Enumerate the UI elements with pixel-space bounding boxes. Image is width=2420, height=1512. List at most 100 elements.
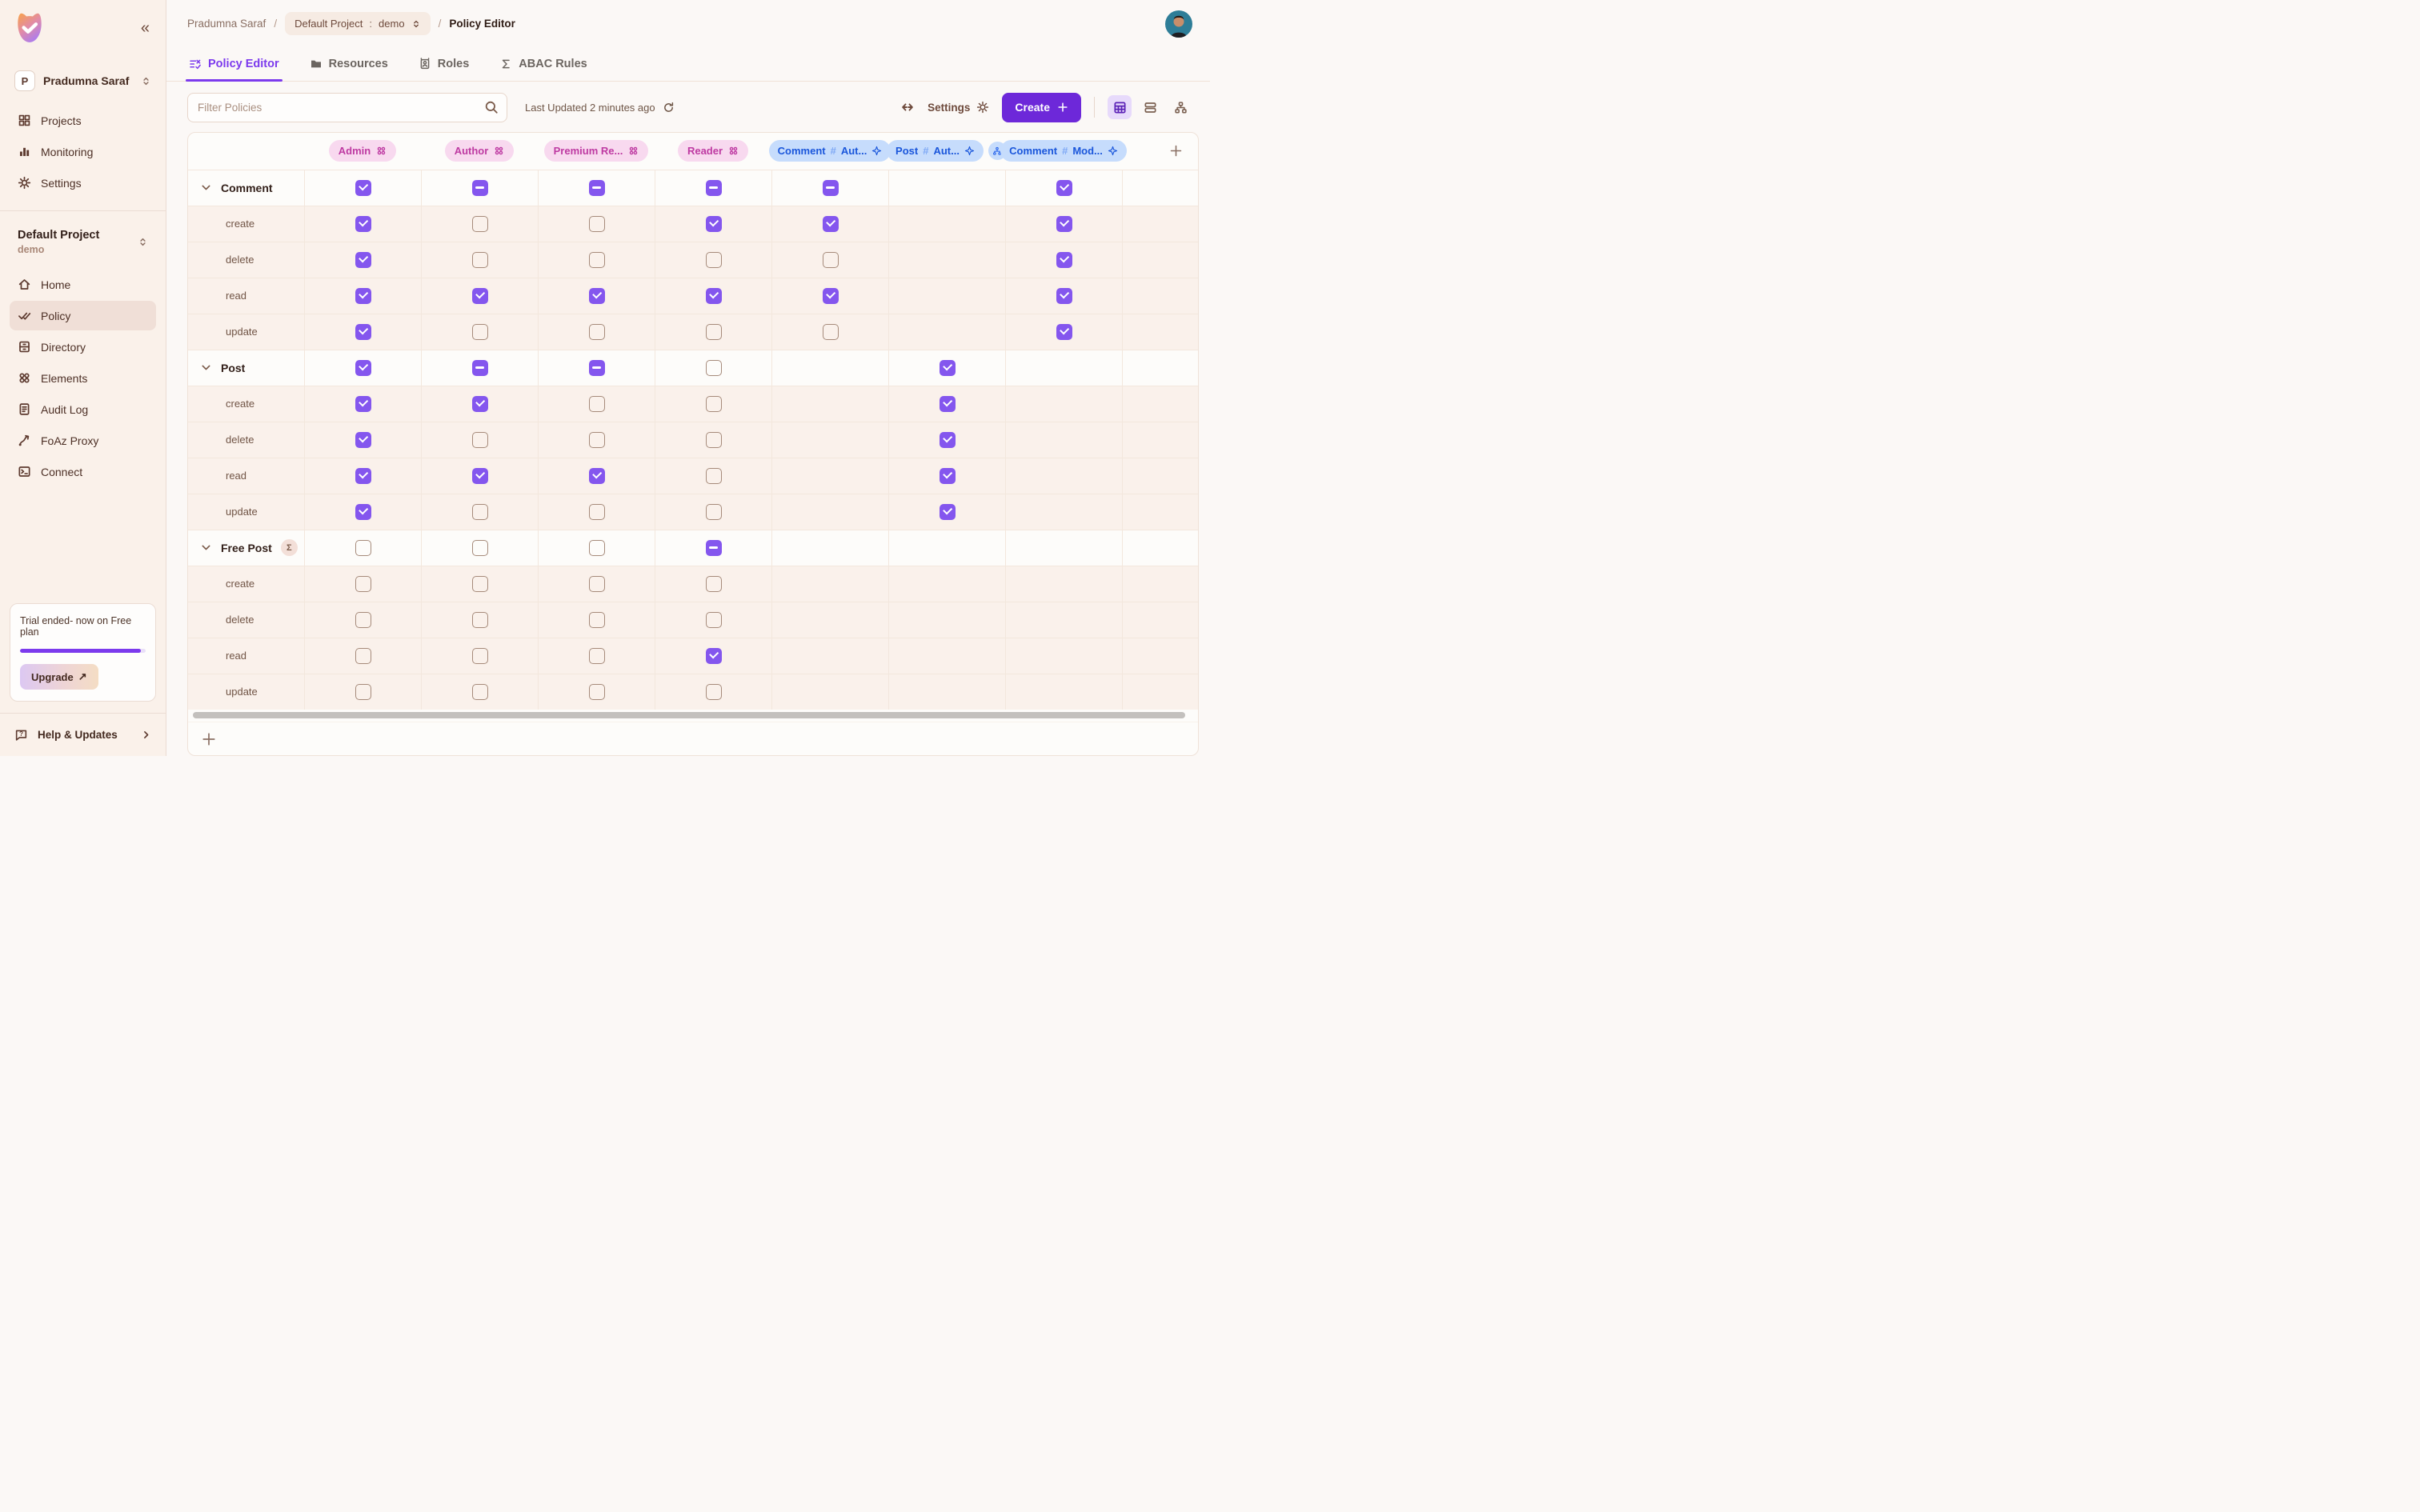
permission-checkbox[interactable] [706,504,722,520]
help-updates-button[interactable]: ? Help & Updates [0,713,166,756]
permission-checkbox[interactable] [823,324,839,340]
permission-checkbox[interactable] [706,432,722,448]
permission-checkbox[interactable] [589,324,605,340]
permission-checkbox[interactable] [706,180,722,196]
expand-horizontal-icon[interactable] [900,100,915,114]
permission-checkbox[interactable] [706,468,722,484]
list-view-toggle[interactable] [1138,95,1162,119]
permission-checkbox[interactable] [355,612,371,628]
permission-checkbox[interactable] [589,684,605,700]
search-icon[interactable] [484,100,499,114]
permission-checkbox[interactable] [589,576,605,592]
permission-checkbox[interactable] [706,216,722,232]
tab-abac-rules[interactable]: ABAC Rules [498,48,588,81]
permission-checkbox[interactable] [472,216,488,232]
permission-checkbox[interactable] [589,252,605,268]
chevron-down-icon[interactable] [200,542,212,554]
derived-role-badge[interactable]: Comment#Mod... [1000,140,1127,162]
sidebar-item-directory[interactable]: Directory [10,332,156,362]
breadcrumb-project-selector[interactable]: Default Project : demo [285,12,431,35]
permission-checkbox[interactable] [472,432,488,448]
sidebar-item-home[interactable]: Home [10,270,156,299]
permission-checkbox[interactable] [706,540,722,556]
permission-checkbox[interactable] [940,432,956,448]
permission-checkbox[interactable] [355,684,371,700]
permission-checkbox[interactable] [472,576,488,592]
permission-checkbox[interactable] [355,324,371,340]
breadcrumb-user[interactable]: Pradumna Saraf [187,18,266,30]
permission-checkbox[interactable] [940,360,956,376]
add-role-button[interactable] [1169,140,1192,162]
derived-role-badge[interactable]: Comment#Aut... [769,140,891,162]
permission-checkbox[interactable] [589,180,605,196]
permission-checkbox[interactable] [589,360,605,376]
permission-checkbox[interactable] [355,216,371,232]
refresh-icon[interactable] [663,102,675,114]
project-selector[interactable]: Default Project demo [10,222,156,262]
permission-checkbox[interactable] [706,612,722,628]
permission-checkbox[interactable] [706,648,722,664]
permission-checkbox[interactable] [823,180,839,196]
policy-settings-button[interactable]: Settings [928,101,989,114]
permission-checkbox[interactable] [706,684,722,700]
sidebar-item-foaz-proxy[interactable]: FoAz Proxy [10,426,156,455]
permission-checkbox[interactable] [706,576,722,592]
sidebar-collapse-button[interactable]: « [138,17,153,39]
permission-checkbox[interactable] [355,180,371,196]
permission-checkbox[interactable] [589,432,605,448]
permission-checkbox[interactable] [355,504,371,520]
permission-checkbox[interactable] [823,288,839,304]
permission-checkbox[interactable] [355,432,371,448]
permission-checkbox[interactable] [589,648,605,664]
create-button[interactable]: Create [1002,93,1081,122]
permission-checkbox[interactable] [1056,288,1072,304]
permission-checkbox[interactable] [355,252,371,268]
permission-checkbox[interactable] [355,360,371,376]
permission-checkbox[interactable] [589,468,605,484]
sidebar-item-monitoring[interactable]: Monitoring [10,137,156,166]
derived-role-badge[interactable]: Post#Aut... [887,140,984,162]
sidebar-item-audit-log[interactable]: Audit Log [10,394,156,424]
tab-roles[interactable]: Roles [417,48,471,81]
filter-policies-input[interactable] [187,93,507,122]
permission-checkbox[interactable] [1056,252,1072,268]
permission-checkbox[interactable] [472,360,488,376]
permission-checkbox[interactable] [355,288,371,304]
permission-checkbox[interactable] [472,468,488,484]
permission-checkbox[interactable] [589,540,605,556]
sidebar-item-settings[interactable]: Settings [10,168,156,198]
role-badge[interactable]: Author [445,140,515,162]
permission-checkbox[interactable] [472,612,488,628]
permission-checkbox[interactable] [706,360,722,376]
permission-checkbox[interactable] [1056,216,1072,232]
upgrade-button[interactable]: Upgrade ↗ [20,664,98,690]
sidebar-item-connect[interactable]: Connect [10,457,156,486]
permission-checkbox[interactable] [472,684,488,700]
permission-checkbox[interactable] [355,396,371,412]
role-badge[interactable]: Admin [329,140,396,162]
sidebar-item-projects[interactable]: Projects [10,106,156,135]
tab-resources[interactable]: Resources [308,48,390,81]
permission-checkbox[interactable] [472,396,488,412]
user-avatar[interactable] [1165,10,1192,38]
permission-checkbox[interactable] [706,288,722,304]
graph-view-toggle[interactable] [1168,95,1192,119]
tab-policy-editor[interactable]: Policy Editor [187,48,281,81]
permission-checkbox[interactable] [355,468,371,484]
permission-checkbox[interactable] [472,324,488,340]
table-view-toggle[interactable] [1108,95,1132,119]
permission-checkbox[interactable] [589,504,605,520]
permission-checkbox[interactable] [706,324,722,340]
permission-checkbox[interactable] [589,612,605,628]
permission-checkbox[interactable] [472,504,488,520]
add-resource-button[interactable] [202,729,222,750]
permission-checkbox[interactable] [1056,324,1072,340]
permission-checkbox[interactable] [940,396,956,412]
permission-checkbox[interactable] [940,468,956,484]
role-badge[interactable]: Reader [678,140,748,162]
permission-checkbox[interactable] [1056,180,1072,196]
app-logo-icon[interactable] [13,11,46,45]
permission-checkbox[interactable] [472,288,488,304]
role-badge[interactable]: Premium Re... [544,140,649,162]
chevron-down-icon[interactable] [200,182,212,194]
